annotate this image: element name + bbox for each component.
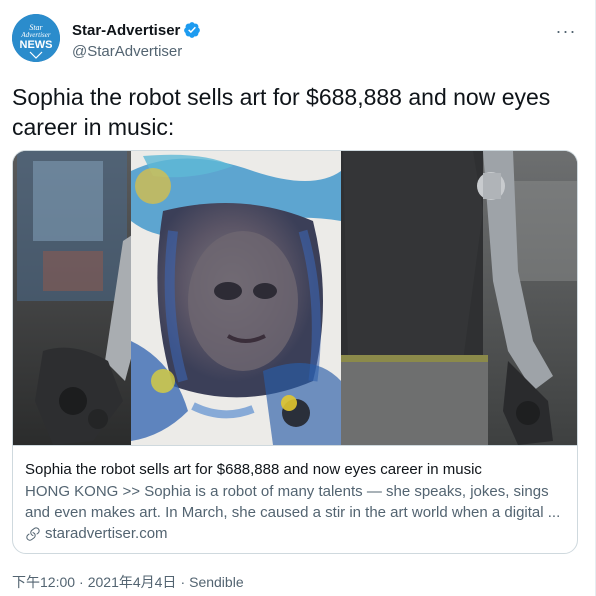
link-card[interactable]: Sophia the robot sells art for $688,888 … (12, 150, 578, 554)
svg-text:NEWS: NEWS (20, 39, 53, 51)
card-title: Sophia the robot sells art for $688,888 … (25, 461, 482, 478)
tweet-time[interactable]: 下午12:00 (12, 572, 75, 592)
tweet-header: Star Advertiser NEWS Star-Advertiser @St… (12, 14, 583, 64)
author-handle[interactable]: @StarAdvertiser (72, 43, 201, 60)
card-image-illustration (13, 151, 577, 445)
card-domain: staradvertiser.com (45, 525, 168, 542)
author-names: Star-Advertiser @StarAdvertiser (72, 20, 201, 60)
display-name-row: Star-Advertiser (72, 20, 201, 40)
meta-separator: · (180, 574, 186, 590)
card-body: Sophia the robot sells art for $688,888 … (13, 445, 577, 553)
link-icon (26, 526, 40, 541)
verified-badge-icon (184, 22, 201, 38)
svg-text:Advertiser: Advertiser (20, 31, 50, 39)
tweet: Star Advertiser NEWS Star-Advertiser @St… (0, 0, 596, 596)
more-horizontal-icon: ··· (555, 21, 577, 41)
tweet-meta: 下午12:00 · 2021年4月4日 · Sendible (12, 572, 244, 592)
tweet-text: Sophia the robot sells art for $688,888 … (12, 84, 551, 140)
avatar[interactable]: Star Advertiser NEWS (12, 14, 60, 62)
author-display-name[interactable]: Star-Advertiser (72, 22, 180, 39)
tweet-source[interactable]: Sendible (189, 574, 244, 590)
card-description: HONG KONG >> Sophia is a robot of many t… (25, 483, 561, 521)
card-image[interactable] (13, 151, 577, 445)
more-button[interactable]: ··· (553, 18, 579, 44)
tweet-date[interactable]: 2021年4月4日 (88, 572, 177, 592)
card-domain-row: staradvertiser.com (25, 525, 567, 542)
meta-separator: · (79, 574, 84, 590)
star-advertiser-logo: Star Advertiser NEWS (12, 14, 60, 62)
